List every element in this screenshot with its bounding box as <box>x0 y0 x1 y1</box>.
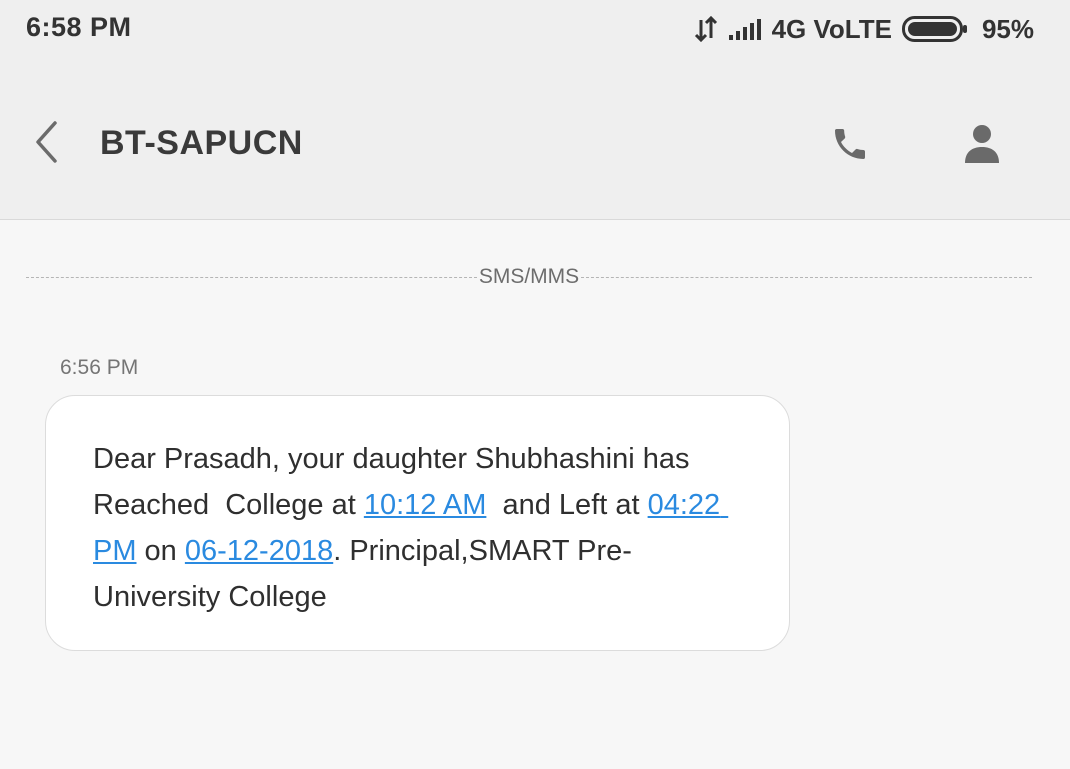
message-text-part: on <box>136 535 185 567</box>
battery-icon <box>901 16 968 42</box>
message-bubble[interactable]: Dear Prasadh, your daughter Shubhashini … <box>45 395 790 651</box>
app-bar: BT-SAPUCN <box>0 58 1070 220</box>
phone-icon <box>830 124 870 169</box>
contact-info-button[interactable] <box>954 118 1010 174</box>
message-type-divider: SMS/MMS <box>26 262 1032 292</box>
signal-icon <box>728 18 762 40</box>
network-type: 4G VoLTE <box>771 13 892 44</box>
call-button[interactable] <box>822 118 878 174</box>
message-text-part: and Left at <box>486 489 648 521</box>
battery-percent: 95% <box>981 13 1034 44</box>
conversation-title: BT-SAPUCN <box>100 124 303 162</box>
status-time: 6:58 PM <box>26 12 132 42</box>
data-activity-icon <box>694 16 718 42</box>
divider-line-left <box>26 276 477 278</box>
message-text: Dear Prasadh, your daughter Shubhashini … <box>93 436 759 620</box>
status-bar: 6:58 PM 4G VoLTE 95% <box>0 0 1070 58</box>
person-icon <box>962 123 1002 170</box>
message-timestamp: 6:56 PM <box>60 356 139 379</box>
status-indicators: 4G VoLTE 95% <box>694 12 1034 46</box>
divider-label: SMS/MMS <box>478 265 580 288</box>
back-button[interactable] <box>22 116 72 172</box>
divider-line-right <box>581 276 1032 278</box>
chevron-left-icon <box>33 120 61 169</box>
time-link[interactable]: 10:12 AM <box>364 489 487 521</box>
date-link[interactable]: 06-12-2018 <box>185 535 333 567</box>
